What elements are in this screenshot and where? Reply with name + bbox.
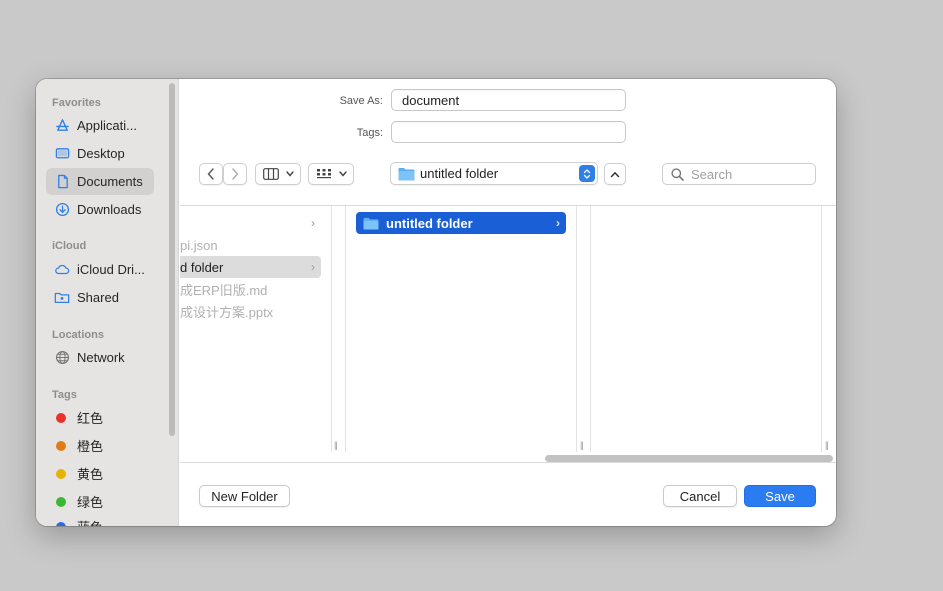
tag-dot-orange-icon	[56, 440, 66, 451]
location-popup-label: untitled folder	[420, 166, 499, 181]
tag-dot-green-icon	[56, 496, 66, 507]
column-browser: › pi.json d folder › 成ERP旧版.md 成设计方案.ppt…	[180, 205, 836, 463]
sidebar-item-label: 绿色	[77, 495, 104, 510]
list-item[interactable]: pi.json	[180, 234, 321, 256]
sidebar-tag-green[interactable]: 绿色	[46, 488, 154, 515]
search-placeholder: Search	[691, 166, 733, 182]
globe-icon	[54, 350, 70, 366]
sidebar-item-documents[interactable]: Documents	[46, 168, 154, 195]
tag-dot-blue-icon	[56, 521, 66, 526]
main-panel: Save As: document Tags: untitled folder	[180, 79, 836, 526]
tag-dot-yellow-icon	[56, 468, 66, 479]
sidebar-item-network[interactable]: Network	[46, 344, 154, 371]
folder-icon	[363, 217, 379, 230]
list-item-selected[interactable]: untitled folder ›	[356, 212, 566, 234]
chevron-up-icon	[610, 171, 620, 177]
tags-label: Tags:	[356, 127, 383, 139]
popup-stepper-icon	[579, 165, 595, 182]
column-resize-handle[interactable]: ||	[825, 440, 829, 450]
list-item[interactable]: ›	[180, 212, 321, 234]
new-folder-button[interactable]: New Folder	[199, 485, 290, 507]
sidebar-item-label: Shared	[77, 290, 119, 305]
cloud-icon	[54, 262, 70, 278]
shared-folder-icon	[54, 290, 70, 306]
list-item[interactable]: 成ERP旧版.md	[180, 278, 321, 300]
sidebar-section-favorites: Favorites	[52, 97, 101, 109]
chevron-right-icon	[232, 168, 239, 180]
list-item-selected[interactable]: d folder ›	[180, 256, 321, 278]
downloads-icon	[54, 202, 70, 218]
sidebar-section-tags: Tags	[52, 389, 77, 401]
chevron-right-icon: ›	[311, 216, 315, 230]
sidebar-item-applications[interactable]: Applicati...	[46, 112, 154, 139]
column-resize-handle[interactable]: ||	[334, 440, 338, 450]
sidebar-item-label: 红色	[77, 411, 104, 426]
chevron-right-icon: ›	[556, 216, 560, 230]
columns-view-icon	[262, 168, 279, 180]
chevron-left-icon	[207, 168, 214, 180]
save-as-input[interactable]: document	[391, 89, 626, 111]
documents-icon	[54, 174, 70, 190]
browser-column-1: › pi.json d folder › 成ERP旧版.md 成设计方案.ppt…	[180, 206, 338, 452]
sidebar-item-label: Desktop	[77, 146, 125, 161]
sidebar-tag-orange[interactable]: 橙色	[46, 432, 154, 459]
grid-icon	[316, 169, 331, 179]
sidebar-tag-red[interactable]: 红色	[46, 404, 154, 431]
sidebar-item-label: Downloads	[77, 202, 142, 217]
sidebar-item-label: 蓝色	[77, 517, 103, 526]
sidebar-item-downloads[interactable]: Downloads	[46, 196, 154, 223]
sidebar-item-label: Documents	[77, 174, 143, 189]
sidebar-item-desktop[interactable]: Desktop	[46, 140, 154, 167]
tag-dot-red-icon	[56, 412, 66, 423]
forward-button[interactable]	[223, 163, 247, 185]
sidebar-item-shared[interactable]: Shared	[46, 284, 154, 311]
applications-icon	[54, 118, 70, 134]
sidebar-item-label: 黄色	[77, 467, 104, 482]
sidebar-tag-yellow[interactable]: 黄色	[46, 460, 154, 487]
sidebar-item-label: Applicati...	[77, 118, 137, 133]
desktop-icon	[54, 146, 70, 162]
sidebar-item-icloud-drive[interactable]: iCloud Dri...	[46, 256, 154, 283]
collapse-button[interactable]	[604, 163, 626, 185]
browser-column-2: untitled folder › ||	[345, 206, 584, 452]
sidebar-section-locations: Locations	[52, 329, 104, 341]
browser-column-3: ||	[590, 206, 829, 452]
column-resize-handle[interactable]: ||	[580, 440, 584, 450]
sidebar-item-label: Network	[77, 350, 125, 365]
back-button[interactable]	[199, 163, 223, 185]
sidebar-item-label: iCloud Dri...	[77, 262, 145, 277]
cancel-button[interactable]: Cancel	[663, 485, 737, 507]
chevron-down-icon	[285, 171, 294, 177]
folder-icon	[398, 167, 415, 180]
search-icon	[671, 167, 684, 181]
sidebar-scrollbar[interactable]	[169, 83, 175, 436]
chevron-right-icon: ›	[311, 260, 315, 274]
save-button[interactable]: Save	[744, 485, 816, 507]
sidebar-tag-blue[interactable]: 蓝色	[46, 513, 154, 526]
sidebar-section-icloud: iCloud	[52, 240, 87, 252]
save-dialog: Favorites Applicati... Desktop Documents…	[36, 79, 836, 526]
horizontal-scrollbar[interactable]	[545, 455, 833, 462]
chevron-down-icon	[338, 171, 347, 177]
search-field[interactable]: Search	[662, 163, 816, 185]
group-by-button[interactable]	[308, 163, 354, 185]
location-popup[interactable]: untitled folder	[390, 162, 598, 185]
save-as-label: Save As:	[339, 95, 383, 107]
tags-input[interactable]	[391, 121, 626, 143]
sidebar-item-label: 橙色	[77, 439, 104, 454]
sidebar: Favorites Applicati... Desktop Documents…	[36, 79, 179, 526]
view-mode-button[interactable]	[255, 163, 301, 185]
list-item[interactable]: 成设计方案.pptx	[180, 300, 321, 322]
